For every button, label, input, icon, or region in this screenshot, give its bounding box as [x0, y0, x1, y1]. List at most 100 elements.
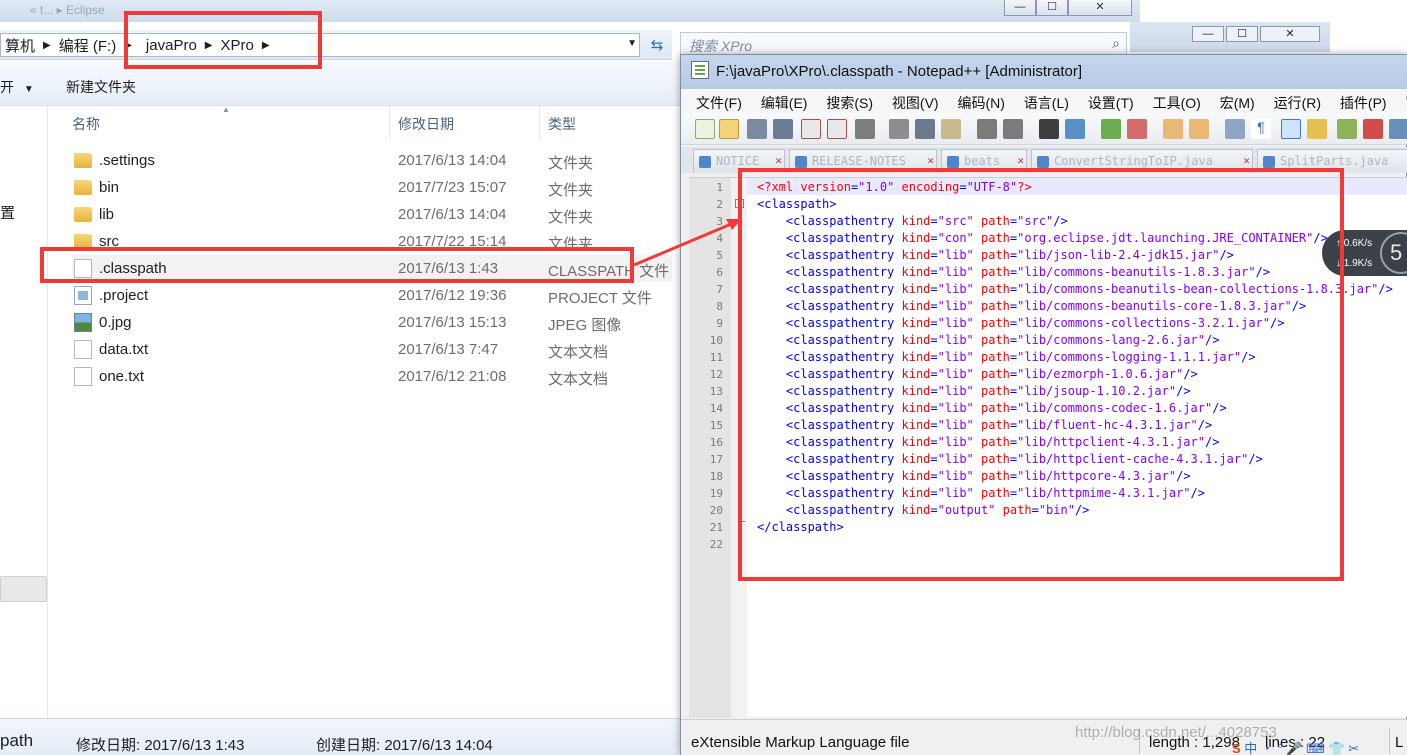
close-file-icon[interactable]	[801, 119, 821, 139]
line-number: 13	[709, 385, 723, 398]
show-all-characters-icon[interactable]: ¶	[1251, 119, 1271, 139]
refresh-icon[interactable]: ⇆	[645, 36, 669, 56]
chevron-down-icon: ▼	[23, 84, 34, 95]
close-button[interactable]: ✕	[1260, 26, 1320, 42]
column-header: ▲ 名称 修改日期 类型	[49, 105, 680, 140]
menu-search[interactable]: 搜索(S)	[826, 89, 873, 113]
new-file-icon[interactable]	[695, 119, 715, 139]
search-input[interactable]: 搜索 XPro ⌕	[680, 32, 1127, 56]
menu-macro[interactable]: 宏(M)	[1220, 89, 1255, 113]
cut-icon[interactable]	[889, 119, 909, 139]
column-divider[interactable]	[389, 106, 390, 140]
navigation-pane: 置	[0, 106, 48, 718]
line-number-gutter: 1 2 3 4 5 6 7 8 9 10 11 12 13 14 15 16 17 18 19 20 21 22	[689, 178, 731, 718]
explorer-status-bar: path 修改日期: 2017/6/13 1:43 创建日期: 2017/6/1…	[0, 718, 680, 755]
save-icon[interactable]	[747, 119, 767, 139]
menu-tools[interactable]: 工具(O)	[1153, 89, 1201, 113]
menu-run[interactable]: 运行(R)	[1274, 89, 1321, 113]
column-divider[interactable]	[539, 106, 540, 140]
line-number: 22	[709, 538, 723, 551]
file-type: PROJECT 文件	[548, 290, 652, 307]
notepad-title-bar: F:\javaPro\XPro\.classpath - Notepad++ […	[681, 55, 1407, 89]
sogou-ime-icon[interactable]: S	[1232, 741, 1241, 755]
close-button[interactable]: ✕	[1068, 0, 1132, 16]
function-list-icon[interactable]	[1363, 119, 1383, 139]
chevron-right-icon[interactable]: ▶	[39, 40, 55, 51]
chevron-down-icon[interactable]: ▼	[627, 38, 637, 49]
minimize-button[interactable]: —	[1192, 26, 1224, 42]
document-map-icon[interactable]	[1337, 119, 1357, 139]
breadcrumb-computer[interactable]: 算机	[1, 35, 39, 56]
open-button[interactable]: 开 ▼	[0, 77, 34, 97]
column-name[interactable]: 名称	[72, 114, 100, 134]
replace-icon[interactable]	[1065, 119, 1085, 139]
user-language-icon[interactable]	[1307, 119, 1327, 139]
maximize-button[interactable]: ☐	[1226, 26, 1258, 42]
new-folder-button[interactable]: 新建文件夹	[66, 77, 136, 97]
copy-icon[interactable]	[915, 119, 935, 139]
file-row-bin[interactable]: bin 2017/7/23 15:07 文件夹	[72, 174, 672, 201]
print-icon[interactable]	[855, 119, 875, 139]
undo-icon[interactable]	[977, 119, 997, 139]
nav-item-fragment[interactable]: 置	[0, 202, 15, 223]
file-row-lib[interactable]: lib 2017/6/13 14:04 文件夹	[72, 201, 672, 228]
minimize-button[interactable]: —	[1004, 0, 1036, 16]
menu-view[interactable]: 视图(V)	[892, 89, 939, 113]
line-number: 19	[709, 487, 723, 500]
close-icon[interactable]: ✕	[1017, 154, 1024, 167]
zoom-out-icon[interactable]	[1127, 119, 1147, 139]
nav-scrollbar[interactable]	[0, 576, 47, 602]
folder-icon	[74, 180, 92, 195]
column-type[interactable]: 类型	[548, 114, 576, 134]
close-icon[interactable]: ✕	[927, 154, 934, 167]
file-type: 文本文档	[548, 371, 609, 388]
maximize-button[interactable]: ☐	[1036, 0, 1068, 16]
find-icon[interactable]	[1039, 119, 1059, 139]
menu-language[interactable]: 语言(L)	[1024, 89, 1069, 113]
line-number: 11	[709, 351, 723, 364]
tab-label: SplitParts.java	[1280, 154, 1389, 168]
close-all-icon[interactable]	[827, 119, 847, 139]
background-window-titlebar: — ☐ ✕	[1130, 22, 1330, 52]
text-file-icon	[74, 340, 92, 359]
sync-vertical-icon[interactable]	[1163, 119, 1183, 139]
line-number: 14	[709, 402, 723, 415]
ime-toolbar[interactable]: S 中 ・ ° 🎤 ⌨ 👕 ✂	[1232, 738, 1407, 755]
file-row-settings[interactable]: .settings 2017/6/13 14:04 文件夹	[72, 147, 672, 174]
paste-icon[interactable]	[941, 119, 961, 139]
menu-file[interactable]: 文件(F)	[696, 89, 742, 113]
close-icon[interactable]: ✕	[1243, 154, 1250, 167]
close-icon[interactable]: ✕	[775, 154, 782, 167]
open-button-label: 开	[0, 79, 14, 95]
line-number: 5	[716, 249, 723, 262]
indent-guide-icon[interactable]	[1281, 119, 1301, 139]
menu-plugins[interactable]: 插件(P)	[1340, 89, 1387, 113]
menu-settings[interactable]: 设置(T)	[1088, 89, 1134, 113]
search-placeholder: 搜索 XPro	[689, 38, 753, 54]
save-all-icon[interactable]	[773, 119, 793, 139]
file-date: 2017/7/23 15:07	[398, 179, 507, 196]
open-file-icon[interactable]	[719, 119, 739, 139]
file-name: one.txt	[99, 368, 145, 385]
explorer-toolbar: 开 ▼ 新建文件夹	[0, 62, 680, 106]
menu-edit[interactable]: 编辑(E)	[761, 89, 808, 113]
status-modified-date: 修改日期: 2017/6/13 1:43	[76, 737, 245, 754]
column-date[interactable]: 修改日期	[398, 114, 454, 134]
file-row-one-txt[interactable]: one.txt 2017/6/12 21:08 文本文档	[72, 363, 672, 390]
breadcrumb-drive[interactable]: 编程 (F:)	[55, 35, 121, 56]
file-row-0jpg[interactable]: 0.jpg 2017/6/13 15:13 JPEG 图像	[72, 309, 672, 336]
file-row-project[interactable]: .project 2017/6/12 19:36 PROJECT 文件	[72, 282, 672, 309]
tab-label: beats	[964, 154, 1001, 168]
ime-controls[interactable]: 中 ・ ° 🎤 ⌨ 👕 ✂	[1244, 741, 1359, 755]
menu-encoding[interactable]: 编码(N)	[957, 89, 1004, 113]
word-wrap-icon[interactable]	[1225, 119, 1245, 139]
redo-icon[interactable]	[1003, 119, 1023, 139]
zoom-in-icon[interactable]	[1101, 119, 1121, 139]
search-icon[interactable]: ⌕	[1112, 35, 1120, 52]
line-number: 1	[716, 181, 723, 194]
project-file-icon	[74, 286, 92, 305]
notepad-toolbar: ¶	[681, 113, 1407, 145]
folder-workspace-icon[interactable]	[1389, 119, 1407, 139]
sync-horizontal-icon[interactable]	[1189, 119, 1209, 139]
file-row-data-txt[interactable]: data.txt 2017/6/13 7:47 文本文档	[72, 336, 672, 363]
